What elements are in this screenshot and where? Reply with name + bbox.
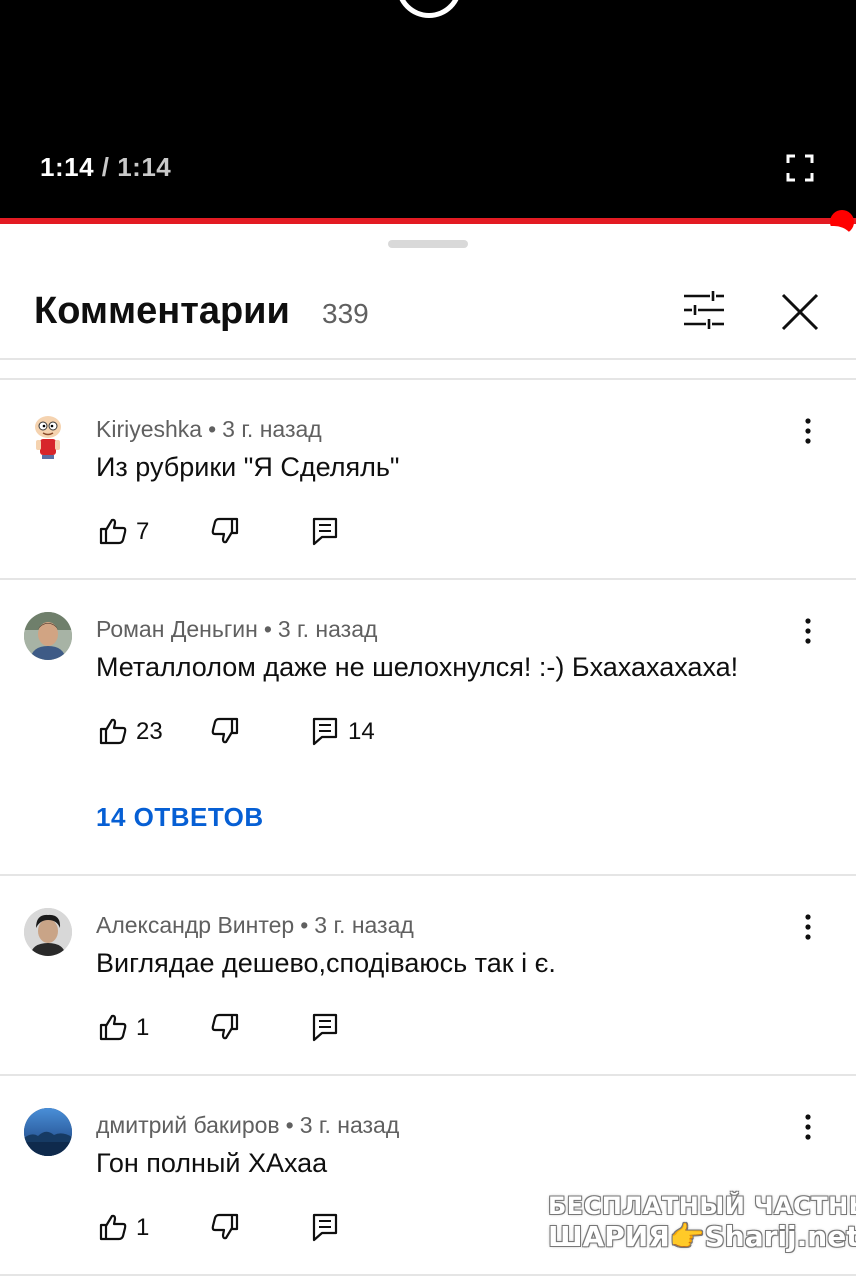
comment-text: Гон полный ХАхаа — [96, 1148, 328, 1178]
replay-icon[interactable] — [396, 0, 462, 18]
like-icon[interactable] — [98, 716, 128, 746]
drag-handle[interactable] — [388, 240, 468, 248]
comment-age: 3 г. назад — [277, 616, 378, 642]
comment-item: Роман Деньгин • 3 г. назад Металлолом даже… — [0, 582, 856, 874]
like-count: 1 — [136, 1214, 150, 1241]
duration: 1:14 — [117, 152, 172, 182]
comment-author[interactable]: дмитрий бакиров — [96, 1112, 280, 1138]
comment-text: Виглядае дешево,сподіваюсь так і є. — [96, 948, 556, 978]
more-options-icon[interactable] — [796, 416, 820, 446]
comment-author[interactable]: Kiriyeshka — [96, 416, 202, 442]
dislike-icon[interactable] — [210, 1212, 240, 1242]
comment-age: 3 г. назад — [314, 912, 414, 938]
comment-actions: 7 — [96, 516, 496, 548]
comments-count: 339 — [322, 298, 369, 329]
close-icon[interactable] — [780, 292, 820, 332]
reply-icon[interactable] — [310, 716, 340, 746]
divider — [0, 578, 856, 580]
time-display: 1:14 / 1:14 — [40, 152, 171, 183]
avatar[interactable] — [24, 412, 72, 460]
comment-meta: Роман Деньгин • 3 г. назад — [96, 616, 378, 642]
view-replies-link[interactable]: 14 ОТВЕТОВ — [96, 802, 264, 833]
progress-bar[interactable] — [0, 218, 856, 224]
dislike-icon[interactable] — [210, 516, 240, 546]
comment-actions: 23 14 — [96, 716, 496, 748]
comment-text: Металлолом даже не шелохнулся! :-) Бхаха… — [96, 652, 739, 682]
comment-item: Александр Винтер • 3 г. назад Виглядае деш… — [0, 878, 856, 1074]
reply-icon[interactable] — [310, 1212, 340, 1242]
comment-author[interactable]: Роман Деньгин — [96, 616, 258, 642]
comment-meta: дмитрий бакиров • 3 г. назад — [96, 1112, 400, 1138]
comments-title: Комментарии — [34, 290, 290, 332]
watermark-line1: БЕСПЛАТНЫЙ ЧАСТНЫЙ — [548, 1192, 856, 1220]
comment-actions: 1 — [96, 1212, 496, 1244]
divider — [0, 1074, 856, 1076]
comment-actions: 1 — [96, 1012, 496, 1044]
video-player[interactable]: 1:14 / 1:14 — [0, 0, 856, 234]
like-icon[interactable] — [98, 1212, 128, 1242]
comments-sheet: Комментарии 339 Kiriyeshka • 3 г. назад … — [0, 226, 856, 1280]
comment-item: Kiriyeshka • 3 г. назад Из рубрики "Я Сдел… — [0, 382, 856, 578]
comment-text: Из рубрики "Я Сделяль" — [96, 452, 400, 482]
dislike-icon[interactable] — [210, 1012, 240, 1042]
comment-age: 3 г. назад — [299, 1112, 400, 1138]
comment-author[interactable]: Александр Винтер — [96, 912, 294, 938]
like-icon[interactable] — [98, 1012, 128, 1042]
comment-meta: Александр Винтер • 3 г. назад — [96, 912, 414, 938]
avatar[interactable] — [24, 612, 72, 660]
reply-icon[interactable] — [310, 516, 340, 546]
like-count: 7 — [136, 518, 150, 545]
more-options-icon[interactable] — [796, 616, 820, 646]
current-time: 1:14 — [40, 152, 95, 182]
like-count: 23 — [136, 718, 163, 745]
watermark-line2: ШАРИЯ👉Sharij.net — [548, 1220, 856, 1253]
sliders-icon[interactable] — [682, 290, 726, 330]
watermark: БЕСПЛАТНЫЙ ЧАСТНЫЙ ШАРИЯ👉Sharij.net — [548, 1192, 856, 1253]
dislike-icon[interactable] — [210, 716, 240, 746]
reply-icon[interactable] — [310, 1012, 340, 1042]
more-options-icon[interactable] — [796, 1112, 820, 1142]
like-icon[interactable] — [98, 516, 128, 546]
app-root: 1:14 / 1:14 Комментарии 339 Kiriyeshka •… — [0, 0, 856, 1280]
fullscreen-icon[interactable] — [786, 154, 814, 182]
comment-age: 3 г. назад — [222, 416, 322, 442]
avatar[interactable] — [24, 1108, 72, 1156]
like-count: 1 — [136, 1014, 150, 1041]
divider — [0, 1274, 856, 1276]
comment-meta: Kiriyeshka • 3 г. назад — [96, 416, 322, 442]
avatar[interactable] — [24, 908, 72, 956]
header-divider — [0, 358, 856, 360]
time-separator: / — [94, 152, 118, 182]
reply-count: 14 — [348, 718, 375, 745]
divider — [0, 874, 856, 876]
divider — [0, 378, 856, 380]
more-options-icon[interactable] — [796, 912, 820, 942]
